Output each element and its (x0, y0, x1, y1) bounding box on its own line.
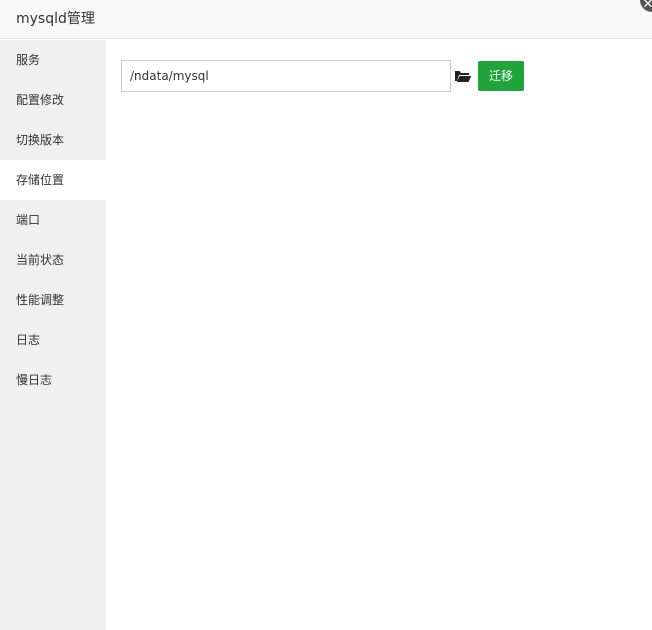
mysqld-manager-window: mysqld管理 ✕ 服务 配置修改 切换版本 存储位置 端口 当前状态 性能调… (0, 0, 652, 630)
sidebar: 服务 配置修改 切换版本 存储位置 端口 当前状态 性能调整 日志 慢日志 (0, 40, 106, 630)
data-path-input[interactable] (121, 60, 451, 92)
sidebar-item-service[interactable]: 服务 (0, 40, 106, 80)
title-bar: mysqld管理 (0, 0, 652, 39)
sidebar-item-slow-log[interactable]: 慢日志 (0, 360, 106, 400)
sidebar-item-log[interactable]: 日志 (0, 320, 106, 360)
sidebar-item-performance-tuning[interactable]: 性能调整 (0, 280, 106, 320)
window-title: mysqld管理 (16, 11, 95, 27)
migrate-button[interactable]: 迁移 (478, 61, 524, 91)
folder-open-icon[interactable] (454, 68, 472, 84)
storage-location-panel: 迁移 (106, 40, 652, 630)
sidebar-item-port[interactable]: 端口 (0, 200, 106, 240)
sidebar-item-switch-version[interactable]: 切换版本 (0, 120, 106, 160)
sidebar-item-config-edit[interactable]: 配置修改 (0, 80, 106, 120)
sidebar-item-storage-location[interactable]: 存储位置 (0, 160, 106, 200)
sidebar-item-current-status[interactable]: 当前状态 (0, 240, 106, 280)
